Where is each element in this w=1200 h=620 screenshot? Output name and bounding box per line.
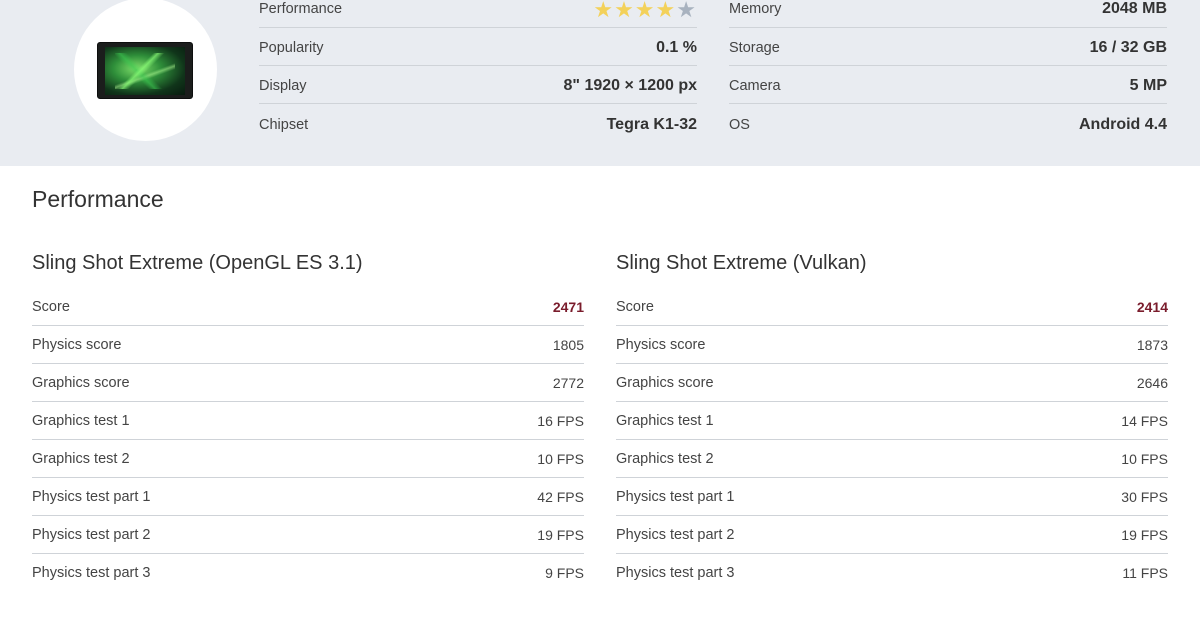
table-row: Physics test part 3 9 FPS <box>32 554 584 592</box>
row-label: Physics test part 1 <box>32 489 151 505</box>
row-value: 1873 <box>1136 337 1168 353</box>
row-label: Physics score <box>616 337 706 353</box>
spec-label: Chipset <box>259 117 309 133</box>
table-row: Physics score 1805 <box>32 326 584 364</box>
benchmark-table: Score 2471 Physics score 1805 Graphics s… <box>32 288 584 592</box>
performance-rating: ★★★★★ <box>593 0 697 21</box>
row-label: Physics test part 2 <box>32 527 151 543</box>
spec-row-performance: Performance ★★★★★ <box>259 0 697 28</box>
row-value: 1805 <box>552 337 584 353</box>
table-row: Physics test part 2 19 FPS <box>32 516 584 554</box>
row-value: 10 FPS <box>1121 451 1168 467</box>
star-icon: ★ <box>634 0 656 22</box>
spec-value: 8" 1920 × 1200 px <box>563 77 697 94</box>
spec-label: Popularity <box>259 40 324 56</box>
row-label: Score <box>616 299 654 315</box>
spec-value: 16 / 32 GB <box>1089 39 1167 56</box>
table-row: Score 2414 <box>616 288 1168 326</box>
spec-value: 2048 MB <box>1102 0 1167 17</box>
spec-list-left: Performance ★★★★★ Popularity 0.1 % Displ… <box>259 0 697 142</box>
row-value: 42 FPS <box>537 489 584 505</box>
table-row: Graphics score 2772 <box>32 364 584 402</box>
benchmark-table: Score 2414 Physics score 1873 Graphics s… <box>616 288 1168 592</box>
row-value: 10 FPS <box>537 451 584 467</box>
spec-label: OS <box>729 117 750 133</box>
row-label: Graphics score <box>616 375 714 391</box>
table-row: Graphics test 2 10 FPS <box>616 440 1168 478</box>
table-row: Physics test part 1 30 FPS <box>616 478 1168 516</box>
row-label: Physics test part 2 <box>616 527 735 543</box>
table-row: Graphics score 2646 <box>616 364 1168 402</box>
spec-list-right: Memory 2048 MB Storage 16 / 32 GB Camera… <box>729 0 1167 142</box>
device-spec-header: Performance ★★★★★ Popularity 0.1 % Displ… <box>0 0 1200 166</box>
spec-row-display: Display 8" 1920 × 1200 px <box>259 66 697 104</box>
spec-label: Camera <box>729 78 781 94</box>
section-title: Performance <box>32 186 164 212</box>
spec-row-storage: Storage 16 / 32 GB <box>729 28 1167 66</box>
score-value: 2414 <box>1136 299 1168 315</box>
row-value: 9 FPS <box>545 565 584 581</box>
spec-label: Storage <box>729 40 780 56</box>
spec-row-os: OS Android 4.4 <box>729 104 1167 142</box>
star-icon: ★ <box>676 0 697 22</box>
benchmark-title: Sling Shot Extreme (OpenGL ES 3.1) <box>32 252 363 274</box>
row-value: 16 FPS <box>537 413 584 429</box>
spec-label: Memory <box>729 1 782 17</box>
table-row: Physics test part 3 11 FPS <box>616 554 1168 592</box>
table-row: Physics test part 2 19 FPS <box>616 516 1168 554</box>
spec-value: 0.1 % <box>656 39 697 56</box>
row-label: Physics test part 3 <box>616 565 735 581</box>
table-row: Graphics test 1 14 FPS <box>616 402 1168 440</box>
spec-value: 5 MP <box>1129 77 1167 94</box>
row-label: Graphics test 2 <box>616 451 714 467</box>
star-icon: ★ <box>593 0 615 22</box>
row-value: 19 FPS <box>537 527 584 543</box>
table-row: Physics test part 1 42 FPS <box>32 478 584 516</box>
spec-value: Android 4.4 <box>1078 116 1167 133</box>
row-label: Graphics score <box>32 375 130 391</box>
row-value: 30 FPS <box>1121 489 1168 505</box>
spec-label: Performance <box>259 1 343 17</box>
star-icon: ★ <box>655 0 677 22</box>
spec-row-memory: Memory 2048 MB <box>729 0 1167 28</box>
tablet-image <box>97 42 193 99</box>
spec-row-camera: Camera 5 MP <box>729 66 1167 104</box>
row-label: Graphics test 2 <box>32 451 130 467</box>
tablet-screen <box>105 47 185 95</box>
table-row: Graphics test 2 10 FPS <box>32 440 584 478</box>
row-value: 14 FPS <box>1121 413 1168 429</box>
benchmark-vulkan: Sling Shot Extreme (Vulkan) Score 2414 P… <box>616 250 1168 592</box>
row-label: Physics score <box>32 337 122 353</box>
row-label: Score <box>32 299 70 315</box>
row-label: Graphics test 1 <box>616 413 714 429</box>
spec-value: Tegra K1-32 <box>606 116 697 133</box>
row-value: 2646 <box>1136 375 1168 391</box>
spec-label: Display <box>259 78 307 94</box>
row-value: 11 FPS <box>1122 565 1168 581</box>
device-image-frame <box>74 0 217 141</box>
row-value: 2772 <box>552 375 584 391</box>
row-label: Graphics test 1 <box>32 413 130 429</box>
table-row: Score 2471 <box>32 288 584 326</box>
benchmark-title: Sling Shot Extreme (Vulkan) <box>616 252 867 274</box>
table-row: Physics score 1873 <box>616 326 1168 364</box>
spec-row-chipset: Chipset Tegra K1-32 <box>259 104 697 142</box>
star-icon: ★ <box>614 0 635 22</box>
row-value: 19 FPS <box>1121 527 1168 543</box>
row-label: Physics test part 1 <box>616 489 735 505</box>
spec-row-popularity: Popularity 0.1 % <box>259 28 697 66</box>
score-value: 2471 <box>552 299 584 315</box>
table-row: Graphics test 1 16 FPS <box>32 402 584 440</box>
benchmark-opengl: Sling Shot Extreme (OpenGL ES 3.1) Score… <box>32 250 584 592</box>
row-label: Physics test part 3 <box>32 565 151 581</box>
